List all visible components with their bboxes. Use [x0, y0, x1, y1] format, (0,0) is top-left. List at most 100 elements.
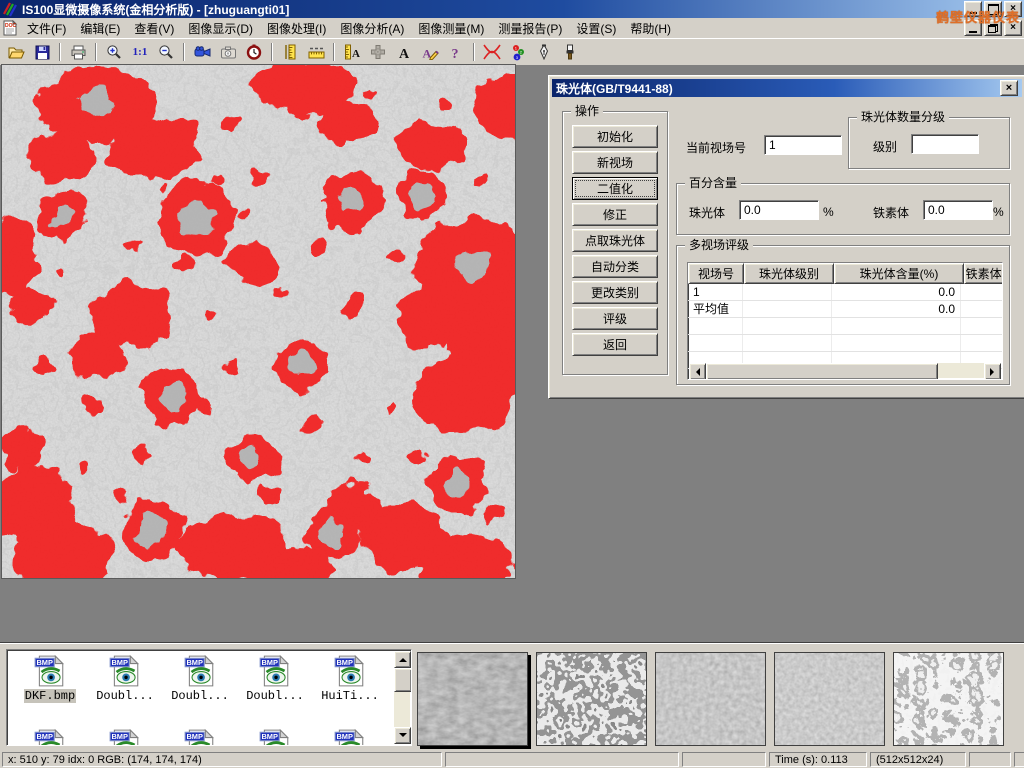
menu-settings[interactable]: 设置(S)	[569, 18, 623, 39]
print-icon[interactable]	[65, 41, 91, 63]
menu-edit[interactable]: 编辑(E)	[73, 18, 127, 39]
col-ferrite-content: 铁素体含量(%)	[964, 263, 1003, 284]
ferrite-label: 铁素体	[873, 204, 909, 221]
thumbnail-image[interactable]	[774, 652, 885, 746]
operation-group: 操作 初始化 新视场 二值化 修正 点取珠光体 自动分类 更改类别 评级 返回	[562, 111, 668, 375]
file-item[interactable]	[88, 728, 162, 746]
menu-image-analysis[interactable]: 图像分析(A)	[333, 18, 411, 39]
file-name[interactable]: Doubl...	[245, 689, 305, 703]
file-name[interactable]: Doubl...	[170, 689, 230, 703]
text-label-icon[interactable]: A	[391, 41, 417, 63]
dialog-title-bar[interactable]: 珠光体(GB/T9441-88) ×	[552, 79, 1022, 97]
menu-image-measure[interactable]: 图像测量(M)	[411, 18, 491, 39]
status-empty-segment	[969, 752, 1011, 767]
particle-analysis-icon[interactable]: 123	[505, 41, 531, 63]
svg-text:A: A	[352, 48, 360, 60]
save-file-icon[interactable]	[29, 41, 55, 63]
auto-classify-button[interactable]: 自动分类	[572, 255, 658, 278]
scroll-up-icon[interactable]	[394, 651, 411, 668]
rate-button[interactable]: 评级	[572, 307, 658, 330]
menu-help[interactable]: 帮助(H)	[623, 18, 678, 39]
current-field-input[interactable]	[764, 135, 842, 155]
annotate-icon[interactable]: A	[417, 41, 443, 63]
toolbar: 1:1 A A A ? 123	[0, 38, 1024, 66]
move-cross-icon[interactable]	[365, 41, 391, 63]
table-row[interactable]: 1 0.0	[688, 284, 1002, 301]
new-field-button[interactable]: 新视场	[572, 151, 658, 174]
camera-capture-icon[interactable]	[215, 41, 241, 63]
table-horizontal-scrollbar[interactable]	[689, 363, 1001, 378]
menu-view[interactable]: 查看(V)	[127, 18, 181, 39]
file-item[interactable]: Doubl...	[238, 654, 312, 703]
col-pearlite-grade: 珠光体级别	[744, 263, 834, 284]
col-pearlite-content: 珠光体含量(%)	[834, 263, 964, 284]
file-item[interactable]	[163, 728, 237, 746]
return-button[interactable]: 返回	[572, 333, 658, 356]
col-field-no: 视场号	[688, 263, 744, 284]
pick-pearlite-button[interactable]: 点取珠光体	[572, 229, 658, 252]
binarize-button[interactable]: 二值化	[572, 177, 658, 200]
svg-text:DOC: DOC	[5, 23, 17, 29]
table-row[interactable]: 平均值 0.0	[688, 301, 1002, 318]
file-browser: BMP DKF.bmp Doubl... Doubl...	[6, 649, 412, 746]
grade-level-input[interactable]	[911, 134, 979, 154]
ferrite-percent-input[interactable]	[923, 200, 993, 220]
file-item[interactable]: HuiTi...	[313, 654, 387, 703]
thumbnail-image[interactable]	[655, 652, 766, 746]
svg-text:A: A	[399, 47, 410, 60]
scrollbar-thumb[interactable]	[394, 668, 412, 692]
table-row-empty	[688, 335, 1002, 352]
file-item[interactable]	[238, 728, 312, 746]
micrograph-image[interactable]	[2, 65, 515, 578]
timer-clock-icon[interactable]	[241, 41, 267, 63]
zoom-in-icon[interactable]	[101, 41, 127, 63]
document-system-menu-icon[interactable]: DOC	[2, 20, 18, 36]
thumbnail-image[interactable]	[893, 652, 1004, 746]
file-item[interactable]	[13, 728, 87, 746]
menu-file[interactable]: 文件(F)	[20, 18, 73, 39]
menu-image-display[interactable]: 图像显示(D)	[181, 18, 260, 39]
init-button[interactable]: 初始化	[572, 125, 658, 148]
scrollbar-thumb[interactable]	[706, 363, 938, 380]
file-item[interactable]: DKF.bmp	[13, 654, 87, 703]
thumbnail-image[interactable]	[417, 652, 528, 746]
cell-content: 0.0	[832, 301, 961, 317]
zoom-out-icon[interactable]	[153, 41, 179, 63]
file-name[interactable]: HuiTi...	[320, 689, 380, 703]
toolbar-separator	[473, 43, 475, 61]
title-bar[interactable]: IS100显微摄像系统(金相分析版) - [zhuguangti01] ×	[0, 0, 1024, 18]
actual-size-icon[interactable]: 1:1	[127, 41, 153, 63]
menu-measure-report[interactable]: 测量报告(P)	[491, 18, 569, 39]
file-item[interactable]: Doubl...	[163, 654, 237, 703]
correct-button[interactable]: 修正	[572, 203, 658, 226]
brush-tool-icon[interactable]	[557, 41, 583, 63]
file-name[interactable]: DKF.bmp	[24, 689, 76, 703]
scroll-left-icon[interactable]	[689, 363, 706, 380]
text-measure-icon[interactable]: A	[339, 41, 365, 63]
file-list-scrollbar[interactable]	[394, 651, 410, 744]
pearlite-percent-input[interactable]	[739, 200, 819, 220]
open-file-icon[interactable]	[3, 41, 29, 63]
help-icon[interactable]: ?	[443, 41, 469, 63]
thumbnail-image[interactable]	[536, 652, 647, 746]
dialog-close-icon[interactable]: ×	[1000, 80, 1018, 96]
vendor-watermark: 鹤壁仪器仪表	[936, 7, 1020, 26]
video-capture-icon[interactable]	[189, 41, 215, 63]
curve-tool-icon[interactable]	[479, 41, 505, 63]
menu-image-process[interactable]: 图像处理(I)	[260, 18, 333, 39]
change-class-button[interactable]: 更改类别	[572, 281, 658, 304]
rating-table: 视场号 珠光体级别 珠光体含量(%) 铁素体含量(%) 1 0.0	[687, 262, 1003, 380]
cell-grade	[743, 284, 832, 300]
file-item[interactable]	[313, 728, 387, 746]
caliper-measure-icon[interactable]	[277, 41, 303, 63]
scroll-down-icon[interactable]	[394, 727, 411, 744]
status-time: Time (s): 0.113	[769, 752, 867, 767]
pen-tool-icon[interactable]	[531, 41, 557, 63]
file-item[interactable]: Doubl...	[88, 654, 162, 703]
app-icon	[2, 1, 18, 17]
scroll-right-icon[interactable]	[984, 363, 1001, 380]
cell-ferrite	[961, 301, 1003, 317]
ruler-measure-icon[interactable]	[303, 41, 329, 63]
file-name[interactable]: Doubl...	[95, 689, 155, 703]
status-empty-segment	[682, 752, 766, 767]
